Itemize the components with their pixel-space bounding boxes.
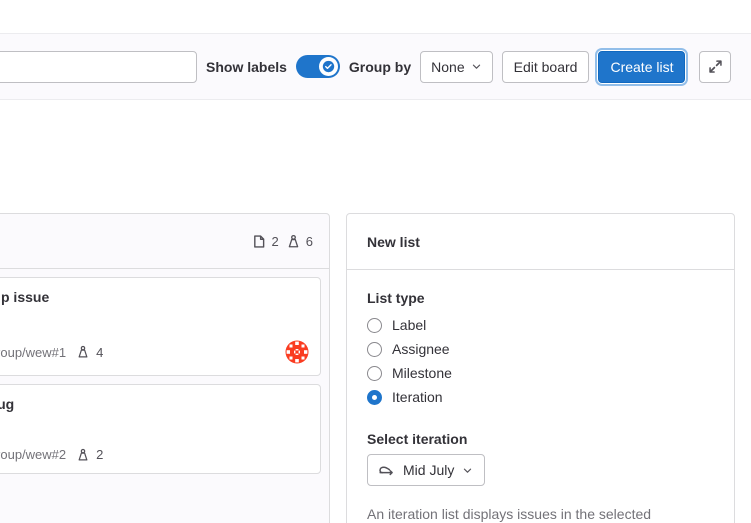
toggle-knob (319, 57, 338, 76)
avatar[interactable] (285, 340, 309, 364)
weight-stat: 6 (286, 234, 313, 249)
group-by-value: None (431, 59, 464, 75)
list-type-label: List type (367, 290, 714, 306)
board-list-closed: Closed 2 6 (0, 213, 330, 523)
chevron-down-icon (471, 61, 482, 72)
board-area: Closed 2 6 (0, 100, 751, 523)
board-list-stats: 2 6 (252, 234, 313, 249)
create-list-button[interactable]: Create list (598, 51, 685, 83)
new-list-header: New list (347, 214, 734, 270)
issue-count-value: 2 (272, 234, 279, 249)
radio-option-label[interactable]: Label (367, 313, 714, 337)
board-card[interactable]: Another bug bug -org/child-group/wew#2 2 (0, 384, 321, 474)
card-reference: -org/child-group/wew#2 (0, 447, 66, 462)
issue-count-stat: 2 (252, 234, 279, 249)
radio-button[interactable] (367, 342, 382, 357)
card-weight-value: 4 (96, 345, 103, 360)
card-weight-value: 2 (96, 447, 103, 462)
radio-option-assignee[interactable]: Assignee (367, 337, 714, 361)
weight-value: 6 (306, 234, 313, 249)
chevron-down-icon (462, 465, 473, 476)
top-strip (0, 0, 751, 34)
app-root: Show labels Group by None Edit board Cre… (0, 0, 751, 523)
board-card-list: Child group issue bug -org/child-group/w… (0, 269, 329, 482)
weight-icon (76, 448, 90, 462)
iteration-value: Mid July (403, 462, 454, 478)
radio-option-text: Milestone (392, 365, 452, 381)
iteration-icon (379, 462, 395, 478)
radio-option-iteration[interactable]: Iteration (367, 385, 714, 409)
weight-icon (76, 345, 90, 359)
show-labels-toggle[interactable] (296, 55, 340, 78)
radio-option-text: Iteration (392, 389, 443, 405)
select-iteration-label: Select iteration (367, 431, 714, 447)
identicon-avatar (285, 340, 309, 364)
iteration-dropdown[interactable]: Mid July (367, 454, 485, 486)
expand-arrows-icon (708, 59, 723, 74)
new-list-panel: New list List type Label Assignee Milest… (346, 213, 735, 523)
group-by-select[interactable]: None (420, 51, 492, 83)
edit-board-button[interactable]: Edit board (502, 51, 590, 83)
board-card[interactable]: Child group issue bug -org/child-group/w… (0, 277, 321, 376)
board-search-input[interactable] (0, 51, 197, 83)
expand-board-button[interactable] (699, 51, 731, 83)
iteration-help-text: An iteration list displays issues in the… (367, 504, 667, 523)
radio-button[interactable] (367, 366, 382, 381)
board-toolbar: Show labels Group by None Edit board Cre… (0, 34, 751, 100)
radio-option-text: Label (392, 317, 426, 333)
new-list-body: List type Label Assignee Milestone Itera… (347, 270, 734, 523)
radio-option-milestone[interactable]: Milestone (367, 361, 714, 385)
issues-icon (252, 234, 267, 249)
card-title: Another bug (0, 395, 309, 413)
card-footer: -org/child-group/wew#1 4 (0, 340, 309, 364)
card-title: Child group issue (0, 288, 309, 306)
card-weight: 4 (76, 345, 103, 360)
card-reference: -org/child-group/wew#1 (0, 345, 66, 360)
card-weight: 2 (76, 447, 103, 462)
radio-button-selected[interactable] (367, 390, 382, 405)
group-by-label: Group by (349, 59, 411, 75)
spacer (367, 409, 714, 431)
radio-button[interactable] (367, 318, 382, 333)
check-circle-icon (322, 60, 335, 73)
board-list-header: Closed 2 6 (0, 214, 329, 269)
weight-icon (286, 234, 301, 249)
new-list-title: New list (367, 234, 420, 250)
show-labels-label: Show labels (206, 59, 287, 75)
radio-option-text: Assignee (392, 341, 450, 357)
card-footer: -org/child-group/wew#2 2 (0, 447, 309, 462)
